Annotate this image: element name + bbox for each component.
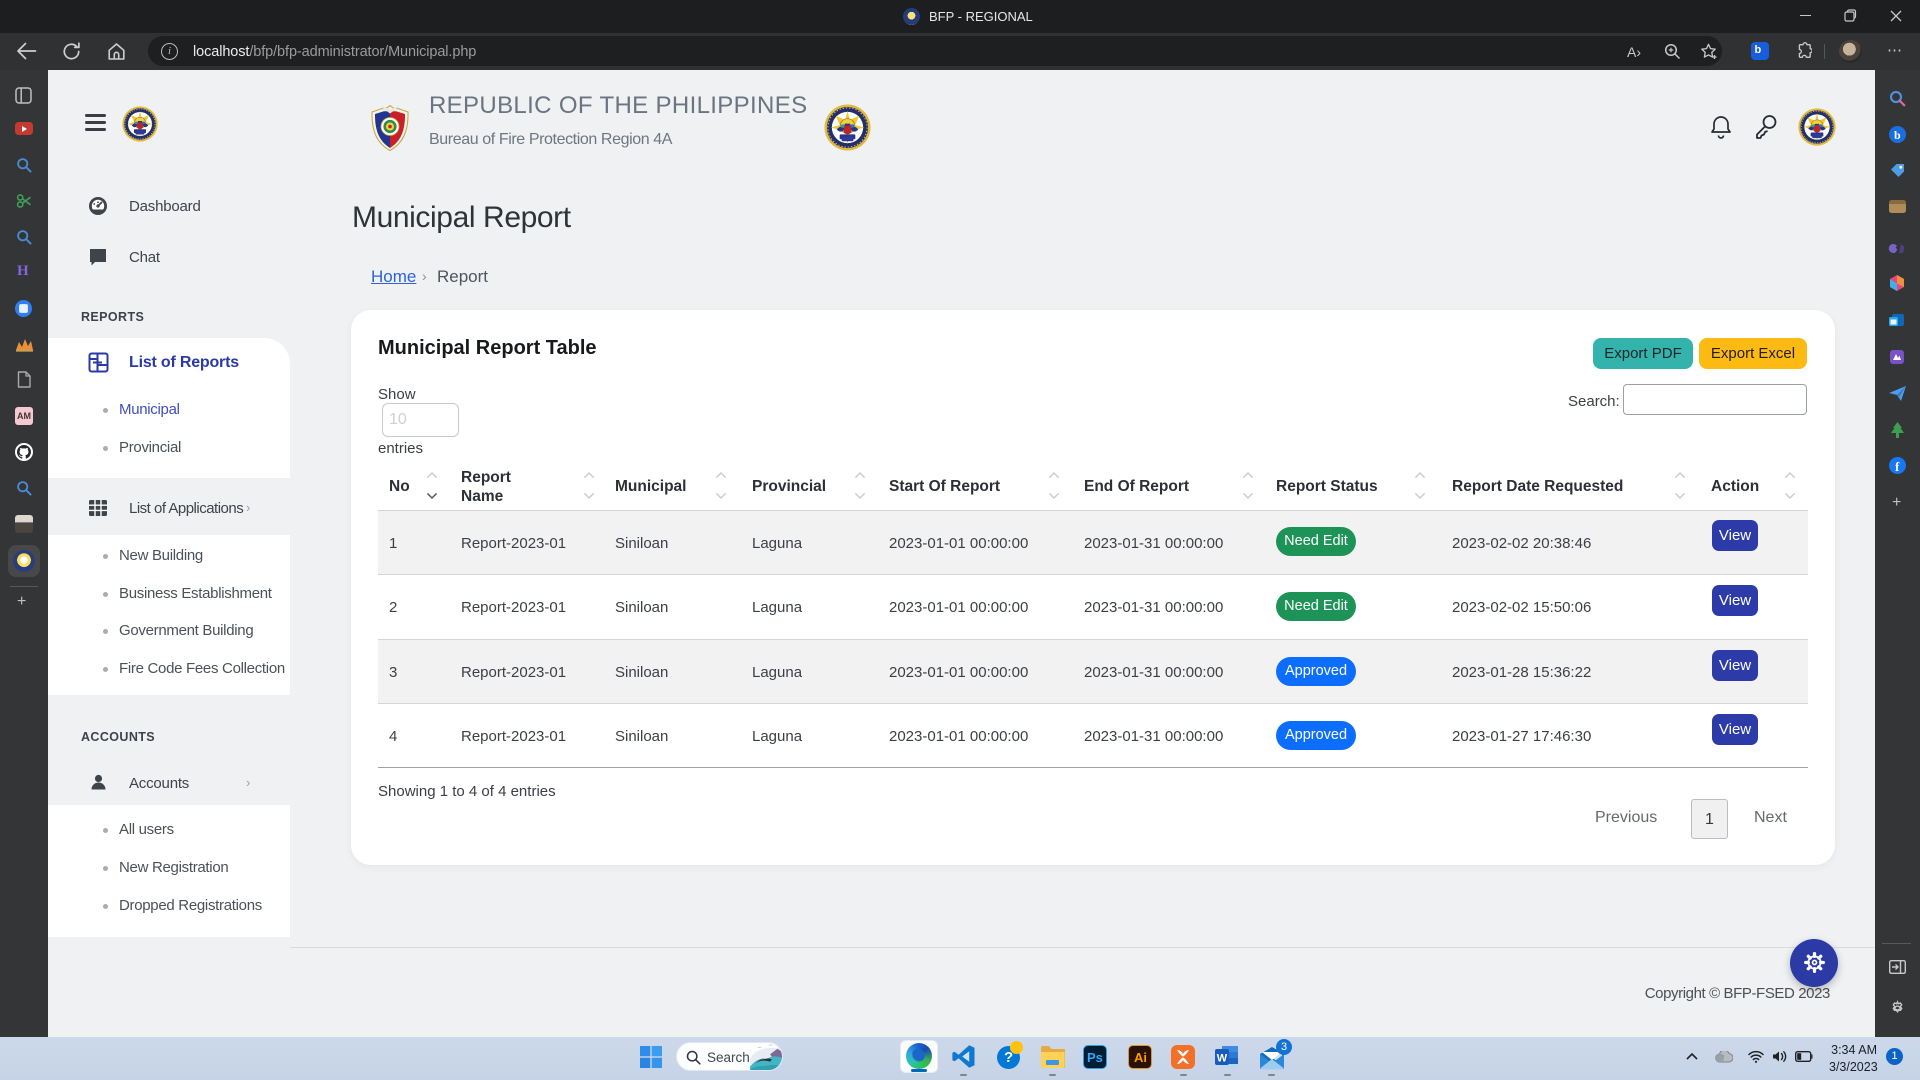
svg-text:W: W bbox=[1217, 1053, 1228, 1065]
